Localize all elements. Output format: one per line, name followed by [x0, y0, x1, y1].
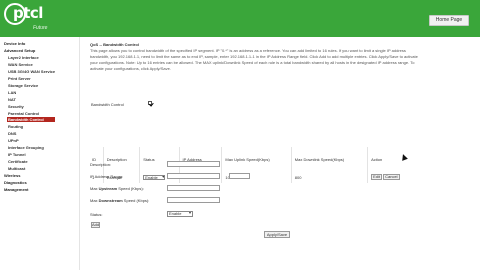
sidebar-item-routing[interactable]: Routing	[8, 124, 23, 129]
sidebar-item-parental-control[interactable]: Parental Control	[8, 111, 39, 116]
description-label: Description:	[90, 162, 112, 167]
column-header-max-uplink: Max Uplink Speed(Kbps)	[221, 147, 292, 171]
upstream-speed-label: Max Upstream Speed (Kbps):	[90, 186, 144, 191]
ip-range-label: IP Address Range:	[90, 174, 124, 179]
column-header-ip-address: IP Address	[179, 147, 223, 171]
column-header-max-downlink: Max Downlink Speed(Kbps)	[291, 147, 369, 171]
column-header-action: Action	[371, 156, 383, 162]
sidebar-item-multicast[interactable]: Multicast	[8, 166, 25, 171]
main-content: QoS -- Bandwidth Control This page allow…	[88, 37, 480, 270]
cell-action: Edit Cancel	[368, 171, 415, 183]
rules-table: ID Description Status IP Address Max Upl…	[89, 147, 415, 183]
logo: ptcl	[13, 4, 43, 22]
column-header-description: Description	[103, 147, 141, 171]
home-page-button[interactable]: Home Page	[429, 15, 469, 26]
sidebar-item-lan[interactable]: LAN	[8, 90, 16, 95]
sidebar-item-print-server[interactable]: Print Server	[8, 76, 31, 81]
cancel-button[interactable]: Cancel	[383, 174, 400, 180]
row-status-select[interactable]: Enable	[143, 174, 166, 180]
sidebar-item-ip-tunnel[interactable]: IP Tunnel	[8, 152, 26, 157]
column-header-status: Status	[139, 147, 180, 171]
page-description: This page allows you to control bandwidt…	[90, 48, 418, 71]
description-input[interactable]	[167, 161, 220, 167]
sidebar-item-wan-service[interactable]: WAN Service	[8, 62, 33, 67]
sidebar-item-upnp[interactable]: UPnP	[8, 138, 19, 143]
sidebar-item-storage-service[interactable]: Storage Service	[8, 83, 38, 88]
bandwidth-control-checkbox[interactable]	[148, 101, 152, 105]
sidebar-item-nat[interactable]: NAT	[8, 97, 16, 102]
status-label: Status:	[90, 212, 103, 217]
sidebar-item-interface-grouping[interactable]: Interface Grouping	[8, 145, 44, 150]
sidebar-item-device-info[interactable]: Device Info	[4, 41, 25, 46]
sidebar-item-diagnostics[interactable]: Diagnostics	[4, 180, 27, 185]
upstream-speed-input[interactable]	[167, 185, 220, 191]
sidebar-item-layer2-interface[interactable]: Layer2 Interface	[8, 55, 39, 60]
sidebar-item-wireless[interactable]: Wireless	[4, 173, 20, 178]
status-select[interactable]: Enable	[167, 211, 193, 217]
ip-range-start-input[interactable]	[167, 173, 220, 179]
sidebar-item-management[interactable]: Management	[4, 187, 28, 192]
downstream-speed-input[interactable]	[167, 197, 220, 203]
column-header-id: ID	[89, 147, 104, 171]
table-header-row: ID Description Status IP Address Max Upl…	[89, 147, 415, 171]
breadcrumb: QoS -- Bandwidth Control	[90, 42, 139, 47]
bandwidth-control-label: Bandwidth Control	[91, 102, 124, 107]
sidebar-item-security[interactable]: Security	[8, 104, 24, 109]
sidebar-item-certificate[interactable]: Certificate	[8, 159, 28, 164]
sidebar-item-usb-wan-service[interactable]: USB 3G/4G WAN Service	[8, 69, 55, 74]
downstream-speed-label: Max Downstream Speed (Kbps):	[90, 198, 150, 203]
edit-button[interactable]: Edit	[371, 174, 382, 180]
header-bar: ptcl Future Home Page	[0, 0, 480, 37]
sidebar: Device Info Advanced Setup Layer2 Interf…	[0, 37, 80, 270]
table-row: 1 Example Enable 192.168.1.2-2 100 800 E…	[89, 171, 415, 183]
ip-range-end-input[interactable]	[229, 173, 250, 179]
sidebar-item-advanced-setup[interactable]: Advanced Setup	[4, 48, 35, 53]
sidebar-item-bandwidth-control[interactable]: Bandwidth Control	[7, 117, 55, 122]
sidebar-item-dns[interactable]: DNS	[8, 131, 16, 136]
cell-downlink: 800	[291, 171, 369, 183]
apply-save-button[interactable]: Apply/Save	[264, 231, 290, 238]
add-button[interactable]: Add	[91, 222, 100, 228]
logo-tagline: Future	[33, 25, 48, 31]
